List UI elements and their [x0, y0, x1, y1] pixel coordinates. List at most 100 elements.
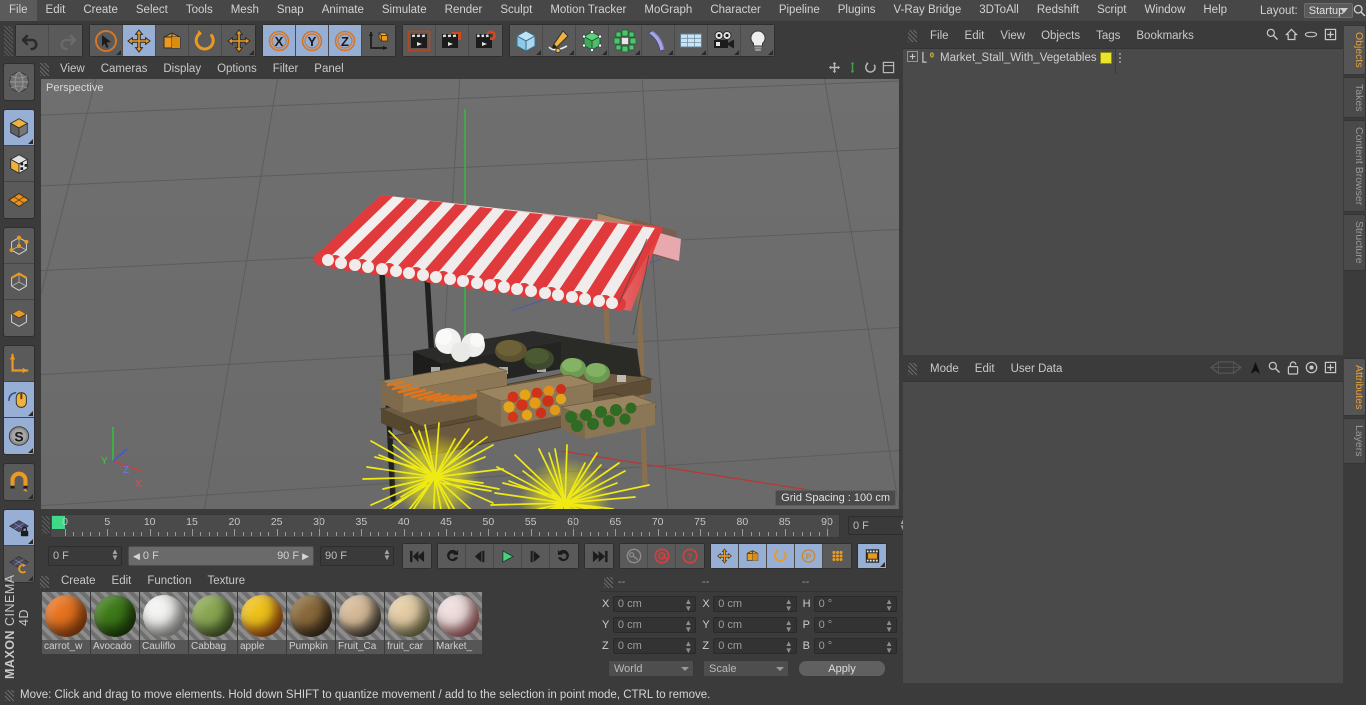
vertical-tab-content-browser[interactable]: Content Browser — [1344, 120, 1366, 213]
menu-item-script[interactable]: Script — [1088, 0, 1135, 21]
menu-item-user-data[interactable]: User Data — [1003, 358, 1071, 380]
material-preview-sphere[interactable] — [189, 592, 237, 640]
pin-icon[interactable] — [1249, 361, 1262, 378]
menu-item-plugins[interactable]: Plugins — [829, 0, 885, 21]
material-item[interactable]: fruit_car — [385, 592, 433, 654]
vertical-tab-structure[interactable]: Structure — [1344, 214, 1366, 271]
material-item[interactable]: carrot_w — [42, 592, 90, 654]
material-item[interactable]: Avocado — [91, 592, 139, 654]
home-icon[interactable] — [1285, 28, 1298, 44]
viewport-globe-icon[interactable] — [4, 64, 34, 100]
material-item[interactable]: Fruit_Ca — [336, 592, 384, 654]
step-forward-icon[interactable] — [522, 544, 550, 568]
menu-item-pipeline[interactable]: Pipeline — [770, 0, 829, 21]
menu-item-render[interactable]: Render — [436, 0, 492, 21]
spinner-icon[interactable]: ▲▼ — [383, 548, 391, 562]
menu-item-motion-tracker[interactable]: Motion Tracker — [541, 0, 635, 21]
attribute-manager-grip[interactable] — [908, 363, 917, 375]
select-cursor-icon[interactable] — [90, 25, 123, 56]
key-selection-icon[interactable]: ? — [676, 544, 704, 568]
material-item[interactable]: Cauliflo — [140, 592, 188, 654]
key-pla-icon[interactable] — [823, 544, 851, 568]
key-scale-icon[interactable] — [739, 544, 767, 568]
vertical-tab-takes[interactable]: Takes — [1344, 76, 1366, 119]
toolbar-grip[interactable] — [4, 25, 13, 56]
object-manager-grip[interactable] — [908, 30, 917, 42]
start-frame-field[interactable]: 0 F ▲ ▼ — [48, 546, 122, 566]
scene-floor-icon[interactable] — [675, 25, 708, 56]
vertical-tab-objects[interactable]: Objects — [1344, 25, 1366, 75]
menu-item-select[interactable]: Select — [127, 0, 177, 21]
menu-item-snap[interactable]: Snap — [268, 0, 313, 21]
world-object-axis-icon[interactable] — [362, 25, 395, 56]
menu-item-display[interactable]: Display — [155, 60, 209, 78]
range-left-arrow-icon[interactable]: ◀ — [133, 551, 140, 562]
material-item[interactable]: Pumpkin — [287, 592, 335, 654]
eye-icon[interactable] — [1304, 28, 1318, 44]
menu-item-window[interactable]: Window — [1135, 0, 1194, 21]
vertical-tab-attributes[interactable]: Attributes — [1344, 358, 1366, 417]
workplane-mode-icon[interactable] — [4, 182, 34, 218]
soft-selection-icon[interactable]: S — [4, 418, 34, 454]
menu-item-mograph[interactable]: MoGraph — [635, 0, 701, 21]
spinner-icon[interactable]: ▲▼ — [684, 640, 692, 655]
coord-position-field[interactable]: 0 cm ▲ ▼ — [612, 617, 697, 634]
viewport-3d[interactable]: Perspective Y X Z Grid Spacing : 100 cm — [41, 79, 899, 509]
range-right-arrow-icon[interactable]: ▶ — [302, 551, 309, 562]
play-icon[interactable] — [494, 544, 522, 568]
coord-rotation-field[interactable]: 0 ° ▲ ▼ — [813, 596, 897, 613]
light-icon[interactable] — [741, 25, 774, 56]
menu-item-redshift[interactable]: Redshift — [1028, 0, 1088, 21]
spinner-icon[interactable]: ▲▼ — [785, 598, 793, 613]
magnet-icon[interactable] — [4, 464, 34, 500]
move-icon[interactable] — [123, 25, 156, 56]
menu-item-function[interactable]: Function — [139, 573, 199, 590]
coord-size-field[interactable]: 0 cm ▲ ▼ — [713, 617, 797, 634]
coord-size-field[interactable]: 0 cm ▲ ▼ — [713, 596, 797, 613]
keyframe-mode-icon[interactable] — [858, 544, 886, 568]
maximize-icon[interactable] — [1324, 28, 1337, 44]
step-back-icon[interactable] — [466, 544, 494, 568]
axis-x-icon[interactable]: X — [263, 25, 296, 56]
menu-item-mode[interactable]: Mode — [922, 358, 967, 380]
menu-item-edit[interactable]: Edit — [957, 25, 993, 47]
menu-item-edit[interactable]: Edit — [104, 573, 140, 590]
rotate-icon[interactable] — [189, 25, 222, 56]
material-preview-sphere[interactable] — [336, 592, 384, 640]
material-preview-sphere[interactable] — [91, 592, 139, 640]
generator-nurbs-icon[interactable] — [576, 25, 609, 56]
lock-icon[interactable] — [1287, 360, 1299, 378]
record-key-icon[interactable] — [648, 544, 676, 568]
material-preview-sphere[interactable] — [42, 592, 90, 640]
visibility-dots-icon[interactable] — [1118, 52, 1121, 63]
render-picture-viewer-icon[interactable] — [436, 25, 469, 56]
menu-item-character[interactable]: Character — [701, 0, 770, 21]
previous-key-icon[interactable] — [438, 544, 466, 568]
search-icon[interactable] — [1268, 361, 1281, 377]
current-frame-field[interactable]: 0 F ▲▼ — [848, 516, 910, 535]
redo-icon[interactable] — [49, 25, 82, 56]
menu-item-3dtoall[interactable]: 3DToAll — [970, 0, 1028, 21]
spinner-icon[interactable]: ▲▼ — [885, 640, 893, 655]
coord-position-field[interactable]: 0 cm ▲ ▼ — [612, 638, 697, 655]
camera-icon[interactable] — [708, 25, 741, 56]
material-item[interactable]: apple — [238, 592, 286, 654]
menu-item-texture[interactable]: Texture — [199, 573, 253, 590]
go-to-start-icon[interactable] — [403, 544, 431, 568]
polygon-mode-icon[interactable] — [4, 300, 34, 336]
axis-z-icon[interactable]: Z — [329, 25, 362, 56]
model-mode-icon[interactable] — [4, 110, 34, 146]
spline-pen-icon[interactable] — [543, 25, 576, 56]
apply-button[interactable]: Apply — [798, 660, 886, 677]
spinner-icon[interactable]: ▲▼ — [885, 598, 893, 613]
edge-mode-icon[interactable] — [4, 264, 34, 300]
key-parameter-icon[interactable]: P — [795, 544, 823, 568]
search-icon[interactable] — [1266, 28, 1279, 44]
menu-item-file[interactable]: File — [0, 0, 37, 21]
expand-toggle-icon[interactable] — [907, 50, 918, 65]
menu-item-animate[interactable]: Animate — [313, 0, 373, 21]
menu-item-tools[interactable]: Tools — [177, 0, 222, 21]
material-preview-sphere[interactable] — [287, 592, 335, 640]
target-icon[interactable] — [1305, 361, 1318, 377]
spinner-icon[interactable]: ▲▼ — [111, 548, 119, 562]
